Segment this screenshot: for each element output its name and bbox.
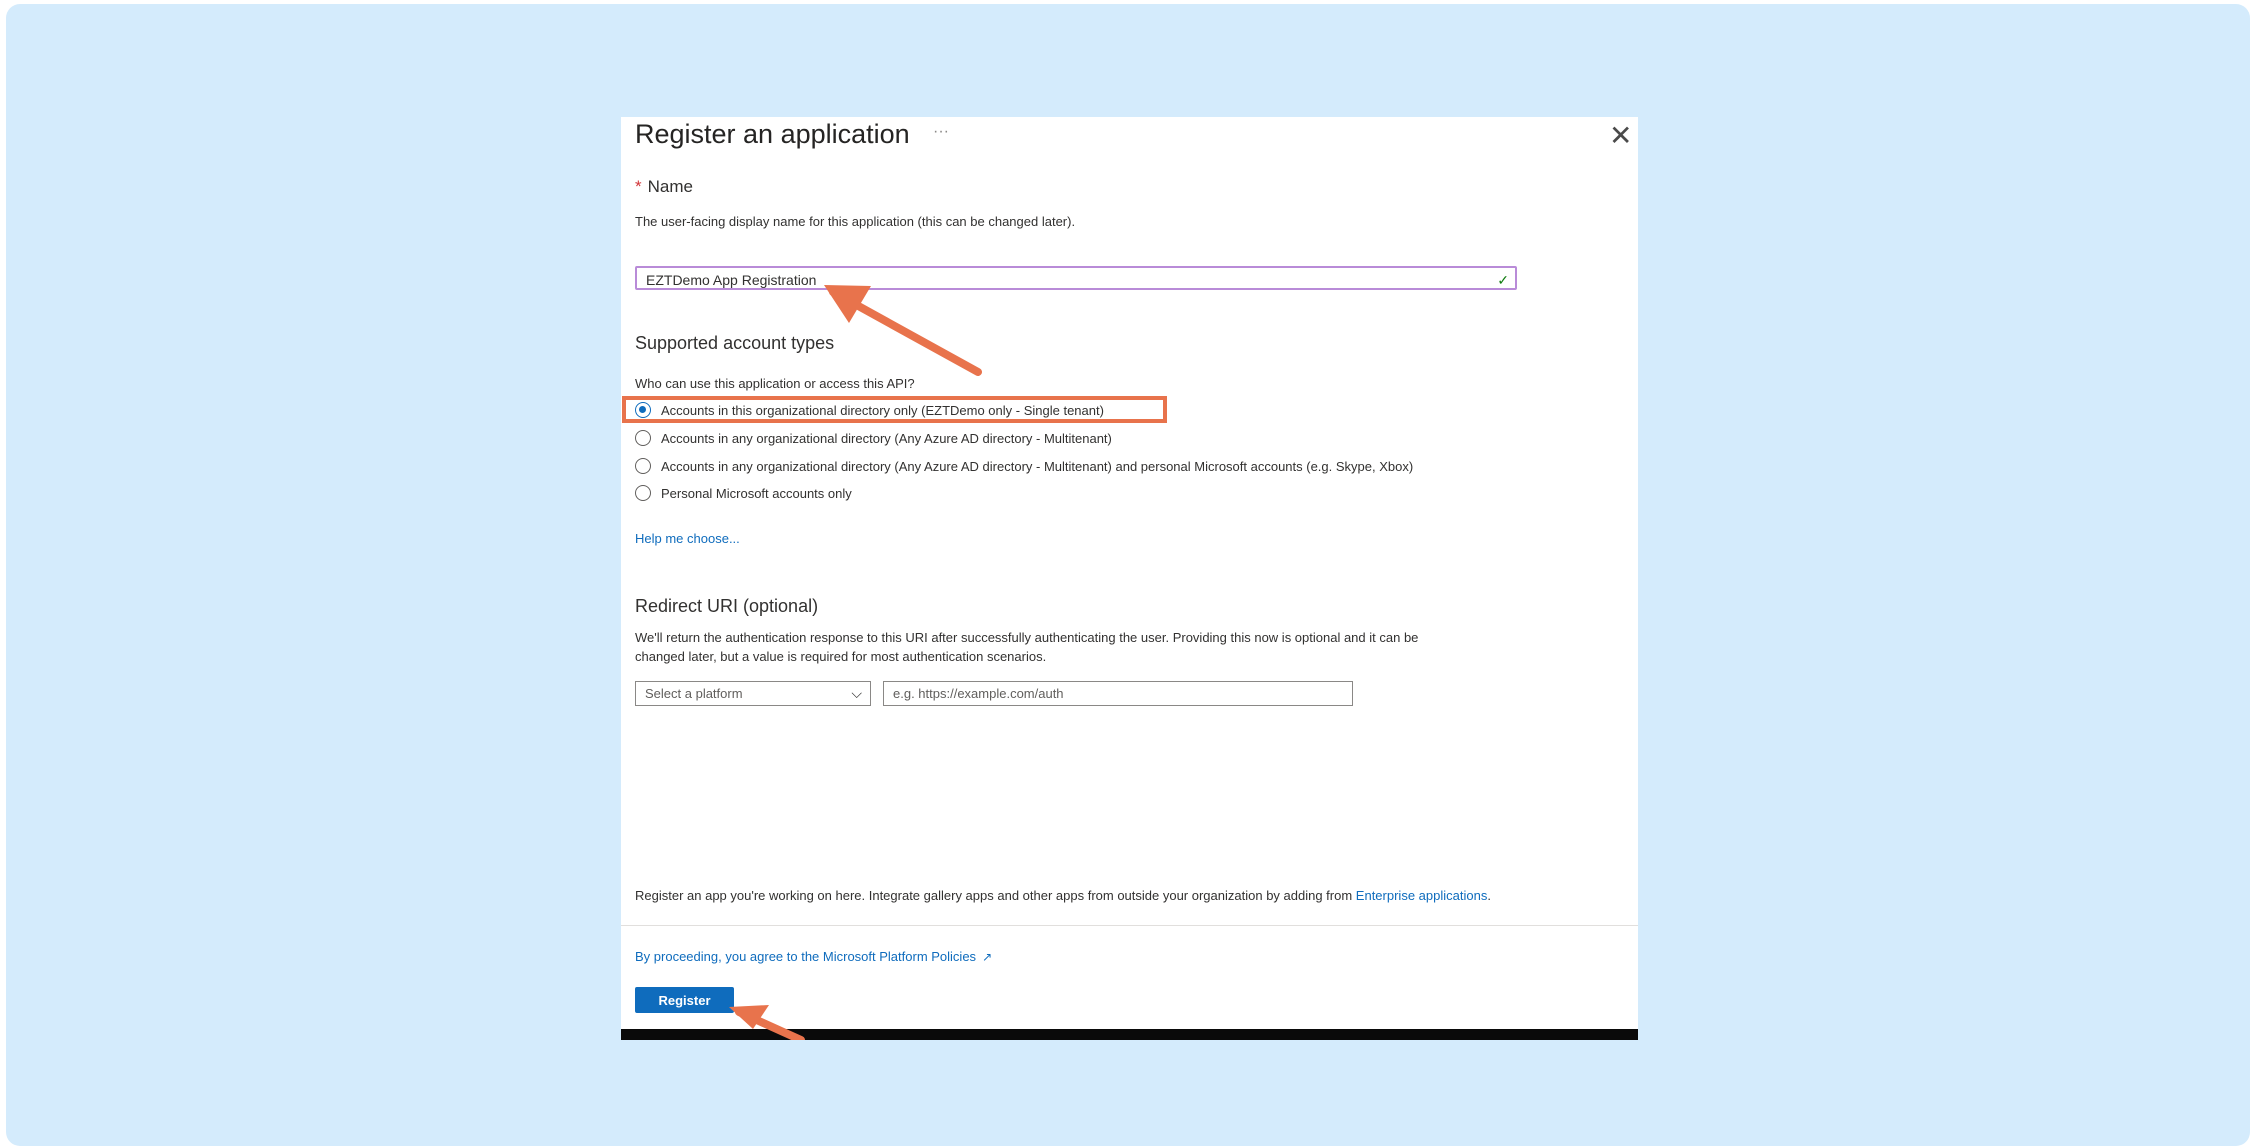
radio-icon [635,485,651,501]
radio-icon [635,458,651,474]
annotation-arrow-name-input [824,285,982,376]
redirect-uri-input[interactable]: e.g. https://example.com/auth [883,681,1353,706]
radio-icon [635,430,651,446]
platform-policies-link[interactable]: By proceeding, you agree to the Microsof… [635,949,992,964]
register-button[interactable]: Register [635,987,734,1013]
redirect-uri-placeholder: e.g. https://example.com/auth [893,686,1064,701]
redirect-uri-description-line1: We'll return the authentication response… [635,630,1419,645]
name-label: * Name [635,177,693,196]
close-icon[interactable]: ✕ [1609,119,1632,152]
dialog-title: Register an application [635,119,910,149]
name-description: The user-facing display name for this ap… [635,214,1076,229]
account-type-option-multitenant-personal[interactable]: Accounts in any organizational directory… [635,455,1413,477]
enterprise-applications-link[interactable]: Enterprise applications [1356,888,1488,903]
more-options-icon[interactable]: ··· [933,123,949,141]
account-type-option-personal[interactable]: Personal Microsoft accounts only [635,482,852,504]
name-input-value: EZTDemo App Registration [646,272,817,288]
account-types-heading: Supported account types [635,333,835,353]
help-me-choose-link[interactable]: Help me choose... [635,531,740,546]
redirect-uri-heading: Redirect URI (optional) [635,596,819,616]
external-link-icon: ↗ [982,950,993,964]
chevron-down-icon: ⌵ [851,685,862,701]
redirect-uri-description-line2: changed later, but a value is required f… [635,649,1047,664]
name-input[interactable]: EZTDemo App Registration ✓ [635,266,1517,290]
register-application-dialog: Register an application ··· ✕ * Name The … [621,117,1638,1040]
account-type-option-multitenant[interactable]: Accounts in any organizational directory… [635,427,1112,449]
radio-selected-icon [635,402,651,418]
platform-select-placeholder: Select a platform [645,686,743,701]
account-types-question: Who can use this application or access t… [635,376,915,391]
footer-description: Register an app you're working on here. … [635,888,1491,903]
platform-select[interactable]: Select a platform ⌵ [635,681,871,706]
account-type-option-single-tenant[interactable]: Accounts in this organizational director… [635,399,1104,421]
footer-divider [621,925,1638,926]
required-marker: * [635,177,642,196]
checkmark-icon: ✓ [1497,272,1509,288]
bottom-bar [621,1029,1638,1040]
